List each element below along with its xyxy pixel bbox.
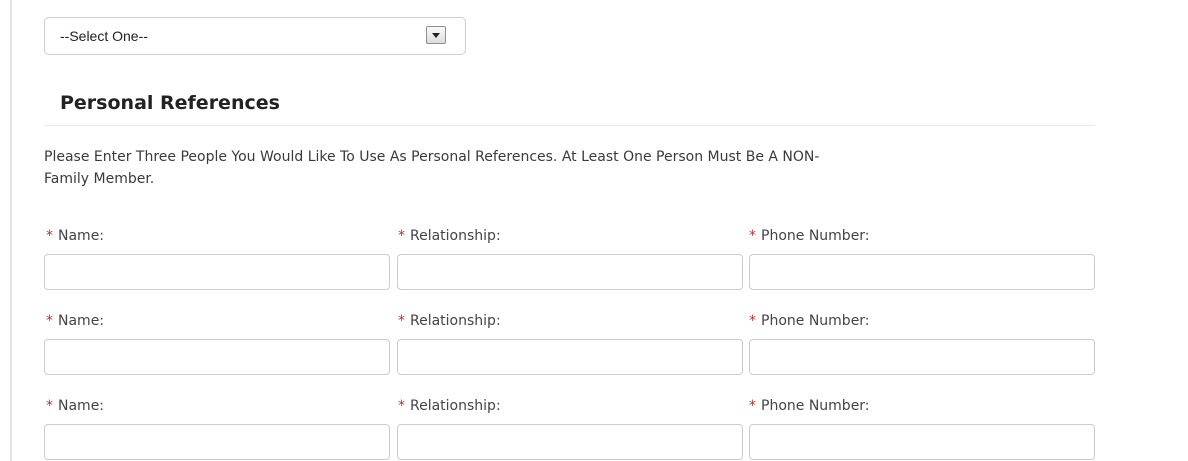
phone-label-text: Phone Number: (761, 398, 870, 414)
name-label-3: * Name: (46, 398, 104, 414)
phone-label-2: * Phone Number: (749, 313, 870, 329)
required-marker: * (749, 313, 756, 329)
relationship-label-text: Relationship: (410, 398, 501, 414)
reference-1-name-input[interactable] (44, 254, 390, 290)
left-border-rule (10, 0, 12, 461)
required-marker: * (398, 313, 405, 329)
instructions-line-1: Please Enter Three People You Would Like… (44, 149, 820, 165)
instructions-text: Please Enter Three People You Would Like… (44, 146, 1124, 190)
section-divider (44, 125, 1094, 126)
reference-3-name-input[interactable] (44, 424, 390, 460)
name-label-2: * Name: (46, 313, 104, 329)
required-marker: * (46, 228, 53, 244)
dropdown-selected-value: --Select One-- (60, 28, 148, 44)
phone-label-3: * Phone Number: (749, 398, 870, 414)
relationship-label-text: Relationship: (410, 313, 501, 329)
relationship-label-text: Relationship: (410, 228, 501, 244)
name-label-text: Name: (58, 228, 105, 244)
reference-3-phone-input[interactable] (749, 424, 1095, 460)
required-marker: * (749, 228, 756, 244)
required-marker: * (749, 398, 756, 414)
phone-label-text: Phone Number: (761, 228, 870, 244)
required-marker: * (398, 228, 405, 244)
phone-label-text: Phone Number: (761, 313, 870, 329)
relationship-label-2: * Relationship: (398, 313, 501, 329)
select-one-dropdown[interactable]: --Select One-- (44, 17, 466, 55)
chevron-down-icon[interactable] (426, 26, 446, 44)
required-marker: * (398, 398, 405, 414)
reference-3-relationship-input[interactable] (397, 424, 743, 460)
reference-2-name-input[interactable] (44, 339, 390, 375)
relationship-label-1: * Relationship: (398, 228, 501, 244)
name-label-1: * Name: (46, 228, 104, 244)
name-label-text: Name: (58, 313, 105, 329)
reference-2-phone-input[interactable] (749, 339, 1095, 375)
required-marker: * (46, 313, 53, 329)
section-title: Personal References (60, 92, 280, 114)
name-label-text: Name: (58, 398, 105, 414)
relationship-label-3: * Relationship: (398, 398, 501, 414)
required-marker: * (46, 398, 53, 414)
reference-2-relationship-input[interactable] (397, 339, 743, 375)
phone-label-1: * Phone Number: (749, 228, 870, 244)
reference-1-phone-input[interactable] (749, 254, 1095, 290)
instructions-line-2: Family Member. (44, 171, 155, 187)
reference-1-relationship-input[interactable] (397, 254, 743, 290)
